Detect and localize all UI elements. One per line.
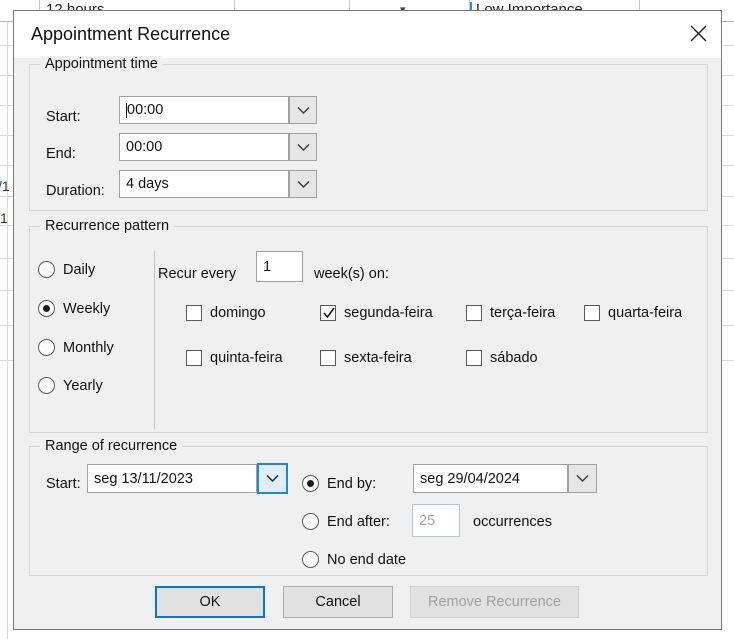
checkbox-quarta-feira-label: quarta-feira	[608, 305, 683, 321]
radio-daily-indicator	[38, 261, 55, 278]
end-by-date-input[interactable]: seg 29/04/2024	[413, 464, 568, 493]
end-time-input[interactable]: 00:00	[119, 133, 289, 161]
radio-no-end-date-label: No end date	[327, 551, 407, 568]
end-time-chevron-down-icon[interactable]	[289, 133, 317, 161]
checkbox-sexta-feira[interactable]: sexta-feira	[320, 350, 412, 366]
recurrence-pattern-legend: Recurrence pattern	[40, 218, 175, 234]
radio-end-by-indicator	[302, 475, 319, 492]
end-time-label: End:	[46, 146, 76, 162]
radio-daily-label: Daily	[63, 261, 96, 278]
duration-label: Duration:	[46, 183, 105, 199]
weeks-on-label: week(s) on:	[314, 266, 389, 282]
checkbox-terca-feira-label: terça-feira	[490, 305, 556, 321]
background-cell-text: 1	[0, 210, 8, 226]
radio-weekly-indicator	[38, 300, 55, 317]
radio-yearly-indicator	[38, 377, 55, 394]
checkbox-sexta-feira-box	[320, 350, 336, 366]
duration-input[interactable]: 4 days	[119, 170, 289, 198]
range-of-recurrence-legend: Range of recurrence	[40, 438, 183, 454]
checkbox-quarta-feira[interactable]: quarta-feira	[584, 305, 682, 321]
radio-monthly[interactable]: Monthly	[38, 339, 114, 356]
range-start-label: Start:	[46, 476, 81, 492]
background-cell-text: /1	[0, 178, 10, 194]
checkbox-segunda-feira[interactable]: segunda-feira	[320, 305, 433, 321]
checkbox-terca-feira-box	[466, 305, 482, 321]
radio-weekly-label: Weekly	[63, 300, 111, 317]
radio-end-after-indicator	[302, 513, 319, 530]
radio-no-end-date-indicator	[302, 551, 319, 568]
recur-interval-input[interactable]: 1	[256, 251, 303, 282]
radio-weekly[interactable]: Weekly	[38, 300, 110, 317]
radio-end-by[interactable]: End by:	[302, 475, 376, 492]
start-time-chevron-down-icon[interactable]	[289, 96, 317, 124]
radio-daily[interactable]: Daily	[38, 261, 95, 278]
radio-yearly-label: Yearly	[63, 377, 103, 394]
pattern-separator	[154, 251, 155, 429]
checkbox-quinta-feira[interactable]: quinta-feira	[186, 350, 283, 366]
occurrences-label: occurrences	[473, 514, 552, 530]
checkbox-quarta-feira-box	[584, 305, 600, 321]
remove-recurrence-button: Remove Recurrence	[410, 586, 579, 618]
occurrences-count-input[interactable]: 25	[412, 504, 460, 537]
radio-monthly-indicator	[38, 339, 55, 356]
appointment-time-legend: Appointment time	[40, 56, 163, 72]
checkbox-sabado-label: sábado	[490, 350, 538, 366]
ok-button[interactable]: OK	[155, 586, 265, 618]
end-by-date-chevron-down-icon[interactable]	[568, 464, 597, 493]
radio-end-by-label: End by:	[327, 475, 377, 492]
range-start-date-input[interactable]: seg 13/11/2023	[87, 464, 257, 493]
cancel-button[interactable]: Cancel	[283, 586, 393, 618]
checkbox-terca-feira[interactable]: terça-feira	[466, 305, 555, 321]
range-start-date-chevron-down-icon[interactable]	[257, 463, 288, 494]
radio-yearly[interactable]: Yearly	[38, 377, 103, 394]
radio-end-after[interactable]: End after:	[302, 513, 390, 530]
checkbox-quinta-feira-label: quinta-feira	[210, 350, 283, 366]
checkbox-quinta-feira-box	[186, 350, 202, 366]
checkbox-domingo-box	[186, 305, 202, 321]
checkbox-domingo[interactable]: domingo	[186, 305, 266, 321]
radio-end-after-label: End after:	[327, 513, 390, 530]
dialog-title: Appointment Recurrence	[31, 24, 231, 44]
start-time-input[interactable]: 00:00	[119, 96, 289, 124]
checkbox-domingo-label: domingo	[210, 305, 266, 321]
radio-no-end-date[interactable]: No end date	[302, 551, 406, 568]
close-icon[interactable]	[675, 11, 721, 56]
checkbox-segunda-feira-box	[320, 305, 336, 321]
background-grid-line	[7, 22, 8, 639]
checkbox-sexta-feira-label: sexta-feira	[344, 350, 412, 366]
recurrence-pattern-group: Recurrence pattern	[29, 218, 708, 433]
radio-monthly-label: Monthly	[63, 339, 114, 356]
checkbox-segunda-feira-label: segunda-feira	[344, 305, 433, 321]
duration-chevron-down-icon[interactable]	[289, 170, 317, 198]
appointment-recurrence-dialog: Appointment Recurrence Appointment time …	[13, 10, 722, 630]
checkbox-sabado[interactable]: sábado	[466, 350, 538, 366]
checkbox-sabado-box	[466, 350, 482, 366]
start-time-label: Start:	[46, 109, 81, 125]
recur-every-label: Recur every	[158, 266, 237, 282]
dialog-titlebar: Appointment Recurrence	[14, 11, 721, 58]
